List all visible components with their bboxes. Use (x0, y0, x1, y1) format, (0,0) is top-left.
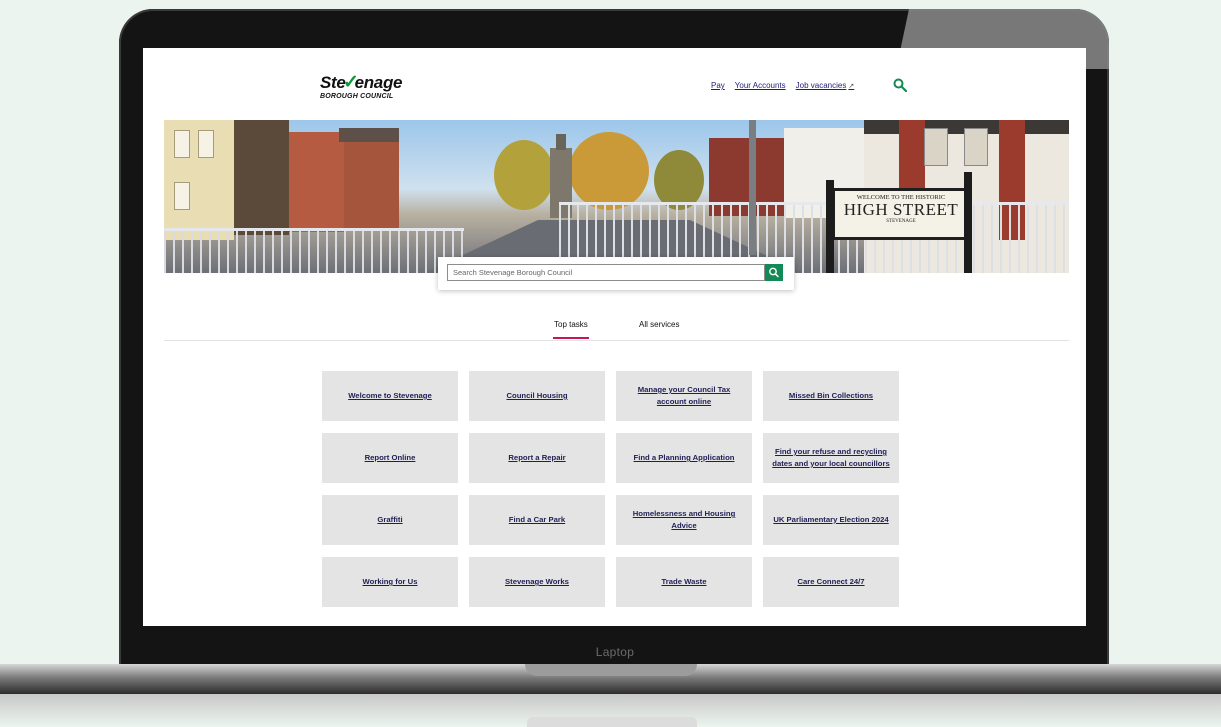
external-link-icon: ↗ (848, 83, 855, 90)
nav-jobs-link[interactable]: Job vacancies ↗ (796, 81, 855, 90)
sign-line3: STEVENAGE (886, 219, 916, 224)
search-button-icon (769, 267, 779, 278)
tabs-divider (164, 340, 1069, 341)
top-tasks-grid: Welcome to Stevenage Council Housing Man… (322, 371, 900, 607)
site-search (438, 257, 794, 290)
task-tile[interactable]: Manage your Council Tax account online (616, 371, 752, 421)
laptop-label: Laptop (595, 645, 635, 659)
logo-wordmark: Ste enage (320, 73, 403, 92)
task-tile[interactable]: Missed Bin Collections (763, 371, 899, 421)
logo-subtitle: BOROUGH COUNCIL (320, 93, 394, 100)
checkmark-icon: ✓ (343, 72, 359, 93)
task-tile[interactable]: Trade Waste (616, 557, 752, 607)
task-tile[interactable]: Find a Planning Application (616, 433, 752, 483)
task-tile[interactable]: Report a Repair (469, 433, 605, 483)
site-header: Ste enage ✓ BOROUGH COUNCIL Pay Your Acco… (143, 48, 1086, 120)
task-tile[interactable]: Find your refuse and recycling dates and… (763, 433, 899, 483)
active-tab-indicator (553, 337, 589, 339)
tab-top-tasks[interactable]: Top tasks (554, 320, 588, 329)
nav-jobs-label: Job vacancies (795, 81, 847, 90)
browser-screen: Ste enage ✓ BOROUGH COUNCIL Pay Your Acco… (143, 48, 1086, 626)
task-tile[interactable]: UK Parliamentary Election 2024 (763, 495, 899, 545)
search-icon[interactable] (893, 78, 907, 92)
task-tile[interactable]: Care Connect 24/7 (763, 557, 899, 607)
task-tile[interactable]: Find a Car Park (469, 495, 605, 545)
task-tile[interactable]: Welcome to Stevenage (322, 371, 458, 421)
task-tile[interactable]: Report Online (322, 433, 458, 483)
high-street-sign: WELCOME TO THE HISTORIC HIGH STREET STEV… (832, 188, 970, 240)
task-tile[interactable]: Stevenage Works (469, 557, 605, 607)
sign-line2: HIGH STREET (843, 200, 959, 219)
task-tile[interactable]: Homelessness and Housing Advice (616, 495, 752, 545)
task-tile[interactable]: Working for Us (322, 557, 458, 607)
nav-accounts-link[interactable]: Your Accounts (735, 81, 786, 90)
tab-all-services[interactable]: All services (639, 320, 679, 329)
top-navigation: Pay Your Accounts Job vacancies ↗ (711, 81, 854, 90)
task-tile[interactable]: Council Housing (469, 371, 605, 421)
laptop-notch (525, 664, 697, 676)
nav-pay-link[interactable]: Pay (711, 81, 725, 90)
laptop-foot (527, 717, 697, 727)
site-logo[interactable]: Ste enage ✓ BOROUGH COUNCIL (320, 72, 403, 101)
service-tabs: Top tasks All services (143, 320, 1086, 340)
task-tile[interactable]: Graffiti (322, 495, 458, 545)
search-button[interactable] (765, 264, 783, 281)
hero-image: WELCOME TO THE HISTORIC HIGH STREET STEV… (164, 120, 1069, 273)
search-input[interactable] (447, 264, 765, 281)
